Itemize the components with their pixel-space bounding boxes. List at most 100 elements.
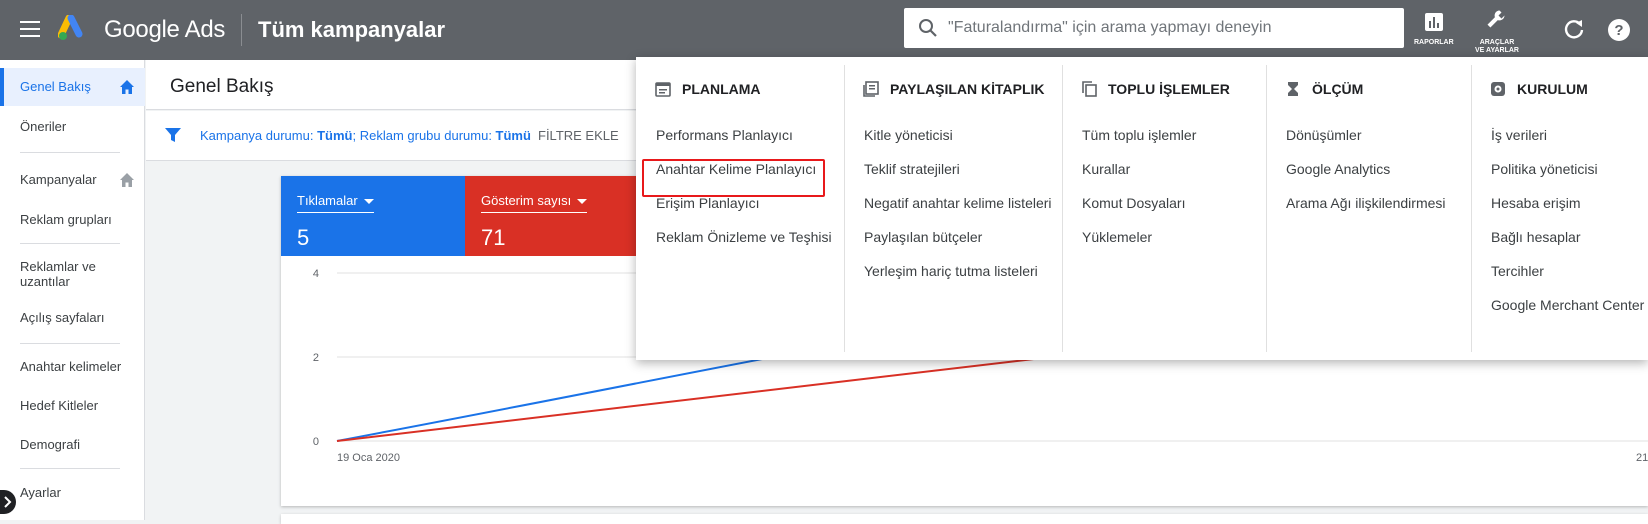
sidebar-item-ad-groups[interactable]: Reklam grupları [0,203,145,237]
hourglass-icon [1288,82,1298,96]
page-title: Tüm kampanyalar [258,17,446,42]
copy-icon [1082,81,1097,97]
wrench-icon [1487,10,1505,28]
search-icon [919,19,937,37]
menu-item-reach-planner[interactable]: Erişim Planlayıcı [656,195,759,211]
home-icon [120,80,134,94]
menu-column-title: TOPLU İŞLEMLER [1108,81,1230,97]
sidebar-item-keywords[interactable]: Anahtar kelimeler [0,350,145,384]
menu-icon[interactable] [20,21,40,37]
sidebar-item-label: Anahtar kelimeler [20,359,122,374]
adgroup-status-value: Tümü [495,128,531,143]
sidebar-item-label: Açılış sayfaları [20,310,105,325]
filter-separator: ; [352,128,360,143]
sidebar-item-label: Kampanyalar [20,172,97,187]
y-tick-label: 4 [313,268,319,280]
menu-column-header: PAYLAŞILAN KİTAPLIK [863,81,1045,97]
bar-chart-icon [1424,13,1443,31]
calendar-icon [655,82,671,97]
sidebar-item-recommendations[interactable]: Öneriler [0,110,145,144]
tools-settings-button[interactable]: ARAÇLAR VE AYARLAR [1470,6,1524,55]
top-bar: Google Ads Tüm kampanyalar RAPORLAR ARAÇ… [0,0,1648,60]
adgroup-status-label: Reklam grubu durumu: [359,128,496,143]
menu-column-bulk-actions: TOPLU İŞLEMLER Tüm toplu işlemler Kurall… [1062,65,1266,352]
menu-column-header: PLANLAMA [655,81,761,97]
sidebar-item-label: Reklam grupları [20,212,112,227]
sidebar-divider [20,243,120,244]
menu-item-placement-exclusion-lists[interactable]: Yerleşim hariç tutma listeleri [864,263,1038,279]
sidebar-item-label: Hedef Kitleler [20,398,99,413]
menu-item-linked-accounts[interactable]: Bağlı hesaplar [1491,229,1581,245]
menu-item-account-access[interactable]: Hesaba erişim [1491,195,1580,211]
brand-name: Google Ads [104,16,226,43]
menu-item-audience-manager[interactable]: Kitle yöneticisi [864,127,953,143]
tools-label-line2: VE AYARLAR [1475,47,1519,54]
filter-icon[interactable] [164,126,182,144]
x-tick-label-end: 21 [1636,452,1648,464]
y-tick-label: 0 [313,436,319,448]
sidebar-item-campaigns[interactable]: Kampanyalar [0,163,145,197]
menu-item-preferences[interactable]: Tercihler [1491,263,1544,279]
menu-column-title: PAYLAŞILAN KİTAPLIK [890,81,1045,97]
sidebar-divider [20,343,120,344]
menu-item-shared-budgets[interactable]: Paylaşılan bütçeler [864,229,982,245]
sidebar-item-label: Demografi [20,437,80,452]
search-box[interactable] [904,8,1404,48]
reports-button[interactable]: RAPORLAR [1414,6,1454,47]
menu-column-header: KURULUM [1491,81,1588,97]
menu-column-setup: KURULUM İş verileri Politika yöneticisi … [1471,65,1648,352]
menu-column-header: TOPLU İŞLEMLER [1082,81,1230,97]
menu-item-google-analytics[interactable]: Google Analytics [1286,161,1390,177]
help-icon[interactable]: ? [1607,18,1631,42]
tools-settings-menu: PLANLAMA Performans Planlayıcı Anahtar K… [636,57,1648,360]
chevron-right-icon [4,496,12,508]
menu-item-business-data[interactable]: İş verileri [1491,127,1547,143]
menu-item-google-merchant-center[interactable]: Google Merchant Center [1491,297,1644,313]
secondary-card [281,514,1648,524]
sidebar-item-settings[interactable]: Ayarlar [0,476,145,510]
menu-item-all-bulk-actions[interactable]: Tüm toplu işlemler [1082,127,1196,143]
tools-label-line1: ARAÇLAR [1479,39,1515,46]
refresh-icon[interactable] [1563,18,1585,40]
x-tick-label-start: 19 Oca 2020 [337,452,400,464]
header-divider [241,14,242,46]
sidebar: Genel Bakış Öneriler Kampanyalar Reklam … [0,60,145,520]
sidebar-item-label: Genel Bakış [20,79,91,94]
google-ads-logo-icon [58,15,83,40]
sidebar-item-label: Öneriler [20,119,67,134]
campaign-status-label: Kampanya durumu: [200,128,318,143]
menu-item-policy-manager[interactable]: Politika yöneticisi [1491,161,1598,177]
library-icon [863,81,879,97]
sidebar-item-ads-extensions[interactable]: Reklamlar ve uzantılar [0,259,145,295]
menu-column-shared-library: PAYLAŞILAN KİTAPLIK Kitle yöneticisi Tek… [844,65,1062,352]
menu-item-bid-strategies[interactable]: Teklif stratejileri [864,161,960,177]
settings-icon [1491,82,1505,96]
menu-item-rules[interactable]: Kurallar [1082,161,1130,177]
sidebar-item-demographics[interactable]: Demografi [0,428,145,462]
search-input[interactable] [948,8,1388,48]
sidebar-item-overview[interactable]: Genel Bakış [0,68,145,106]
home-icon [120,173,134,187]
y-tick-label: 2 [313,352,319,364]
content-title: Genel Bakış [170,76,274,97]
menu-column-header: ÖLÇÜM [1286,81,1363,97]
menu-item-performance-planner[interactable]: Performans Planlayıcı [656,127,793,143]
menu-item-search-attribution[interactable]: Arama Ağı ilişkilendirmesi [1286,195,1446,211]
reports-label: RAPORLAR [1414,39,1454,46]
sidebar-item-label: Reklamlar ve uzantılar [20,259,96,289]
svg-text:?: ? [1614,22,1623,39]
campaign-status-value: Tümü [317,128,353,143]
sidebar-item-landing-pages[interactable]: Açılış sayfaları [0,301,145,335]
active-filters[interactable]: Kampanya durumu: Tümü; Reklam grubu duru… [200,128,531,143]
menu-item-negative-keyword-lists[interactable]: Negatif anahtar kelime listeleri [864,195,1052,211]
menu-item-scripts[interactable]: Komut Dosyaları [1082,195,1185,211]
menu-column-measurement: ÖLÇÜM Dönüşümler Google Analytics Arama … [1266,65,1471,352]
menu-item-conversions[interactable]: Dönüşümler [1286,127,1361,143]
sidebar-item-audiences[interactable]: Hedef Kitleler [0,389,145,423]
menu-item-uploads[interactable]: Yüklemeler [1082,229,1152,245]
sidebar-divider [20,152,120,153]
add-filter-button[interactable]: FİLTRE EKLE [538,128,619,143]
menu-item-ad-preview[interactable]: Reklam Önizleme ve Teşhisi [656,229,832,245]
sidebar-item-label: Ayarlar [20,485,61,500]
keyword-planner-highlight [642,159,825,197]
